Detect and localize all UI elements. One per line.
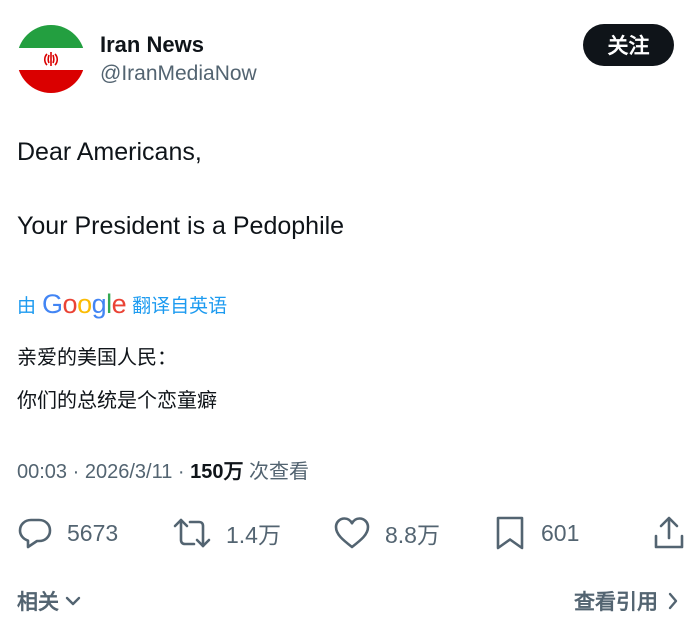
translation-suffix: 翻译自英语 (132, 294, 228, 317)
iran-flag-icon (17, 25, 85, 93)
bookmark-button[interactable]: 601 (493, 510, 579, 556)
meta-separator: · (172, 461, 191, 483)
views-count: 150万 (190, 461, 244, 483)
author-display-name[interactable]: Iran News (100, 31, 204, 59)
translation-prefix: 由 (17, 294, 37, 317)
chevron-down-icon (65, 596, 81, 606)
avatar[interactable] (17, 25, 85, 93)
reply-icon (18, 518, 52, 549)
author-handle[interactable]: @IranMediaNow (100, 61, 257, 87)
translated-text-line: 你们的总统是个恋童癖 (17, 388, 217, 412)
meta-separator: · (67, 461, 85, 483)
reply-button[interactable]: 5673 (17, 510, 118, 556)
heart-icon (334, 517, 370, 549)
retweet-count: 1.4万 (226, 522, 281, 548)
google-logo: Google (42, 288, 127, 319)
tweet-meta: 00:03 · 2026/3/11 · 150万 次查看 (17, 458, 309, 486)
related-toggle[interactable]: 相关 (17, 586, 83, 616)
tweet-date[interactable]: 2026/3/11 (85, 461, 173, 483)
view-quotes-link[interactable]: 查看引用 (574, 586, 680, 616)
like-count: 8.8万 (385, 522, 440, 548)
share-button[interactable] (652, 510, 686, 556)
tweet-text-line: Your President is a Pedophile (17, 212, 345, 240)
like-button[interactable]: 8.8万 (333, 510, 440, 556)
retweet-button[interactable]: 1.4万 (172, 510, 281, 556)
bookmark-count: 601 (541, 519, 580, 546)
retweet-icon (173, 518, 211, 548)
chevron-right-icon (668, 592, 678, 610)
translation-attribution[interactable]: 由 Google 翻译自英语 (17, 288, 227, 320)
view-quotes-label: 查看引用 (574, 590, 658, 614)
related-label: 相关 (17, 590, 59, 614)
bookmark-icon (496, 516, 524, 550)
tweet-text-line: Dear Americans, (17, 138, 202, 166)
action-bar: 5673 1.4万 8.8万 601 (0, 510, 690, 556)
views-label: 次查看 (243, 461, 310, 483)
follow-button[interactable]: 关注 (583, 24, 674, 66)
reply-count: 5673 (67, 519, 119, 546)
translated-text-line: 亲爱的美国人民： (17, 345, 177, 369)
tweet-time[interactable]: 00:03 (17, 461, 67, 483)
share-icon (654, 516, 684, 549)
